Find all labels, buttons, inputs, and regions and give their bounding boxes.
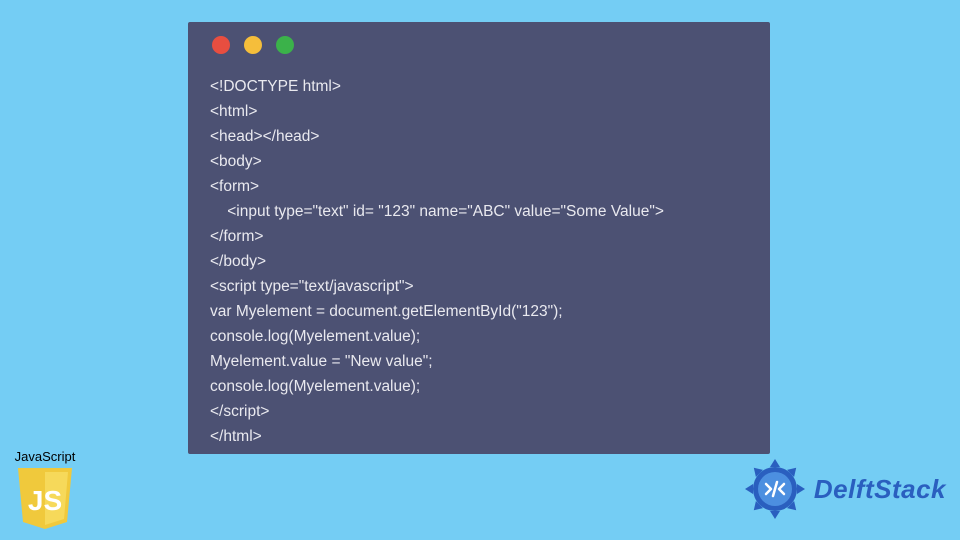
javascript-shield-icon: JS — [16, 466, 74, 530]
delftstack-text: DelftStack — [814, 474, 946, 505]
delftstack-logo-icon — [742, 456, 808, 522]
close-icon — [212, 36, 230, 54]
code-window: <!DOCTYPE html> <html> <head></head> <bo… — [188, 22, 770, 454]
maximize-icon — [276, 36, 294, 54]
delftstack-brand: DelftStack — [742, 456, 946, 522]
javascript-badge: JavaScript JS — [6, 449, 84, 530]
code-block: <!DOCTYPE html> <html> <head></head> <bo… — [210, 74, 748, 449]
window-traffic-lights — [212, 36, 748, 54]
javascript-label: JavaScript — [6, 449, 84, 464]
shield-text: JS — [28, 485, 62, 516]
minimize-icon — [244, 36, 262, 54]
